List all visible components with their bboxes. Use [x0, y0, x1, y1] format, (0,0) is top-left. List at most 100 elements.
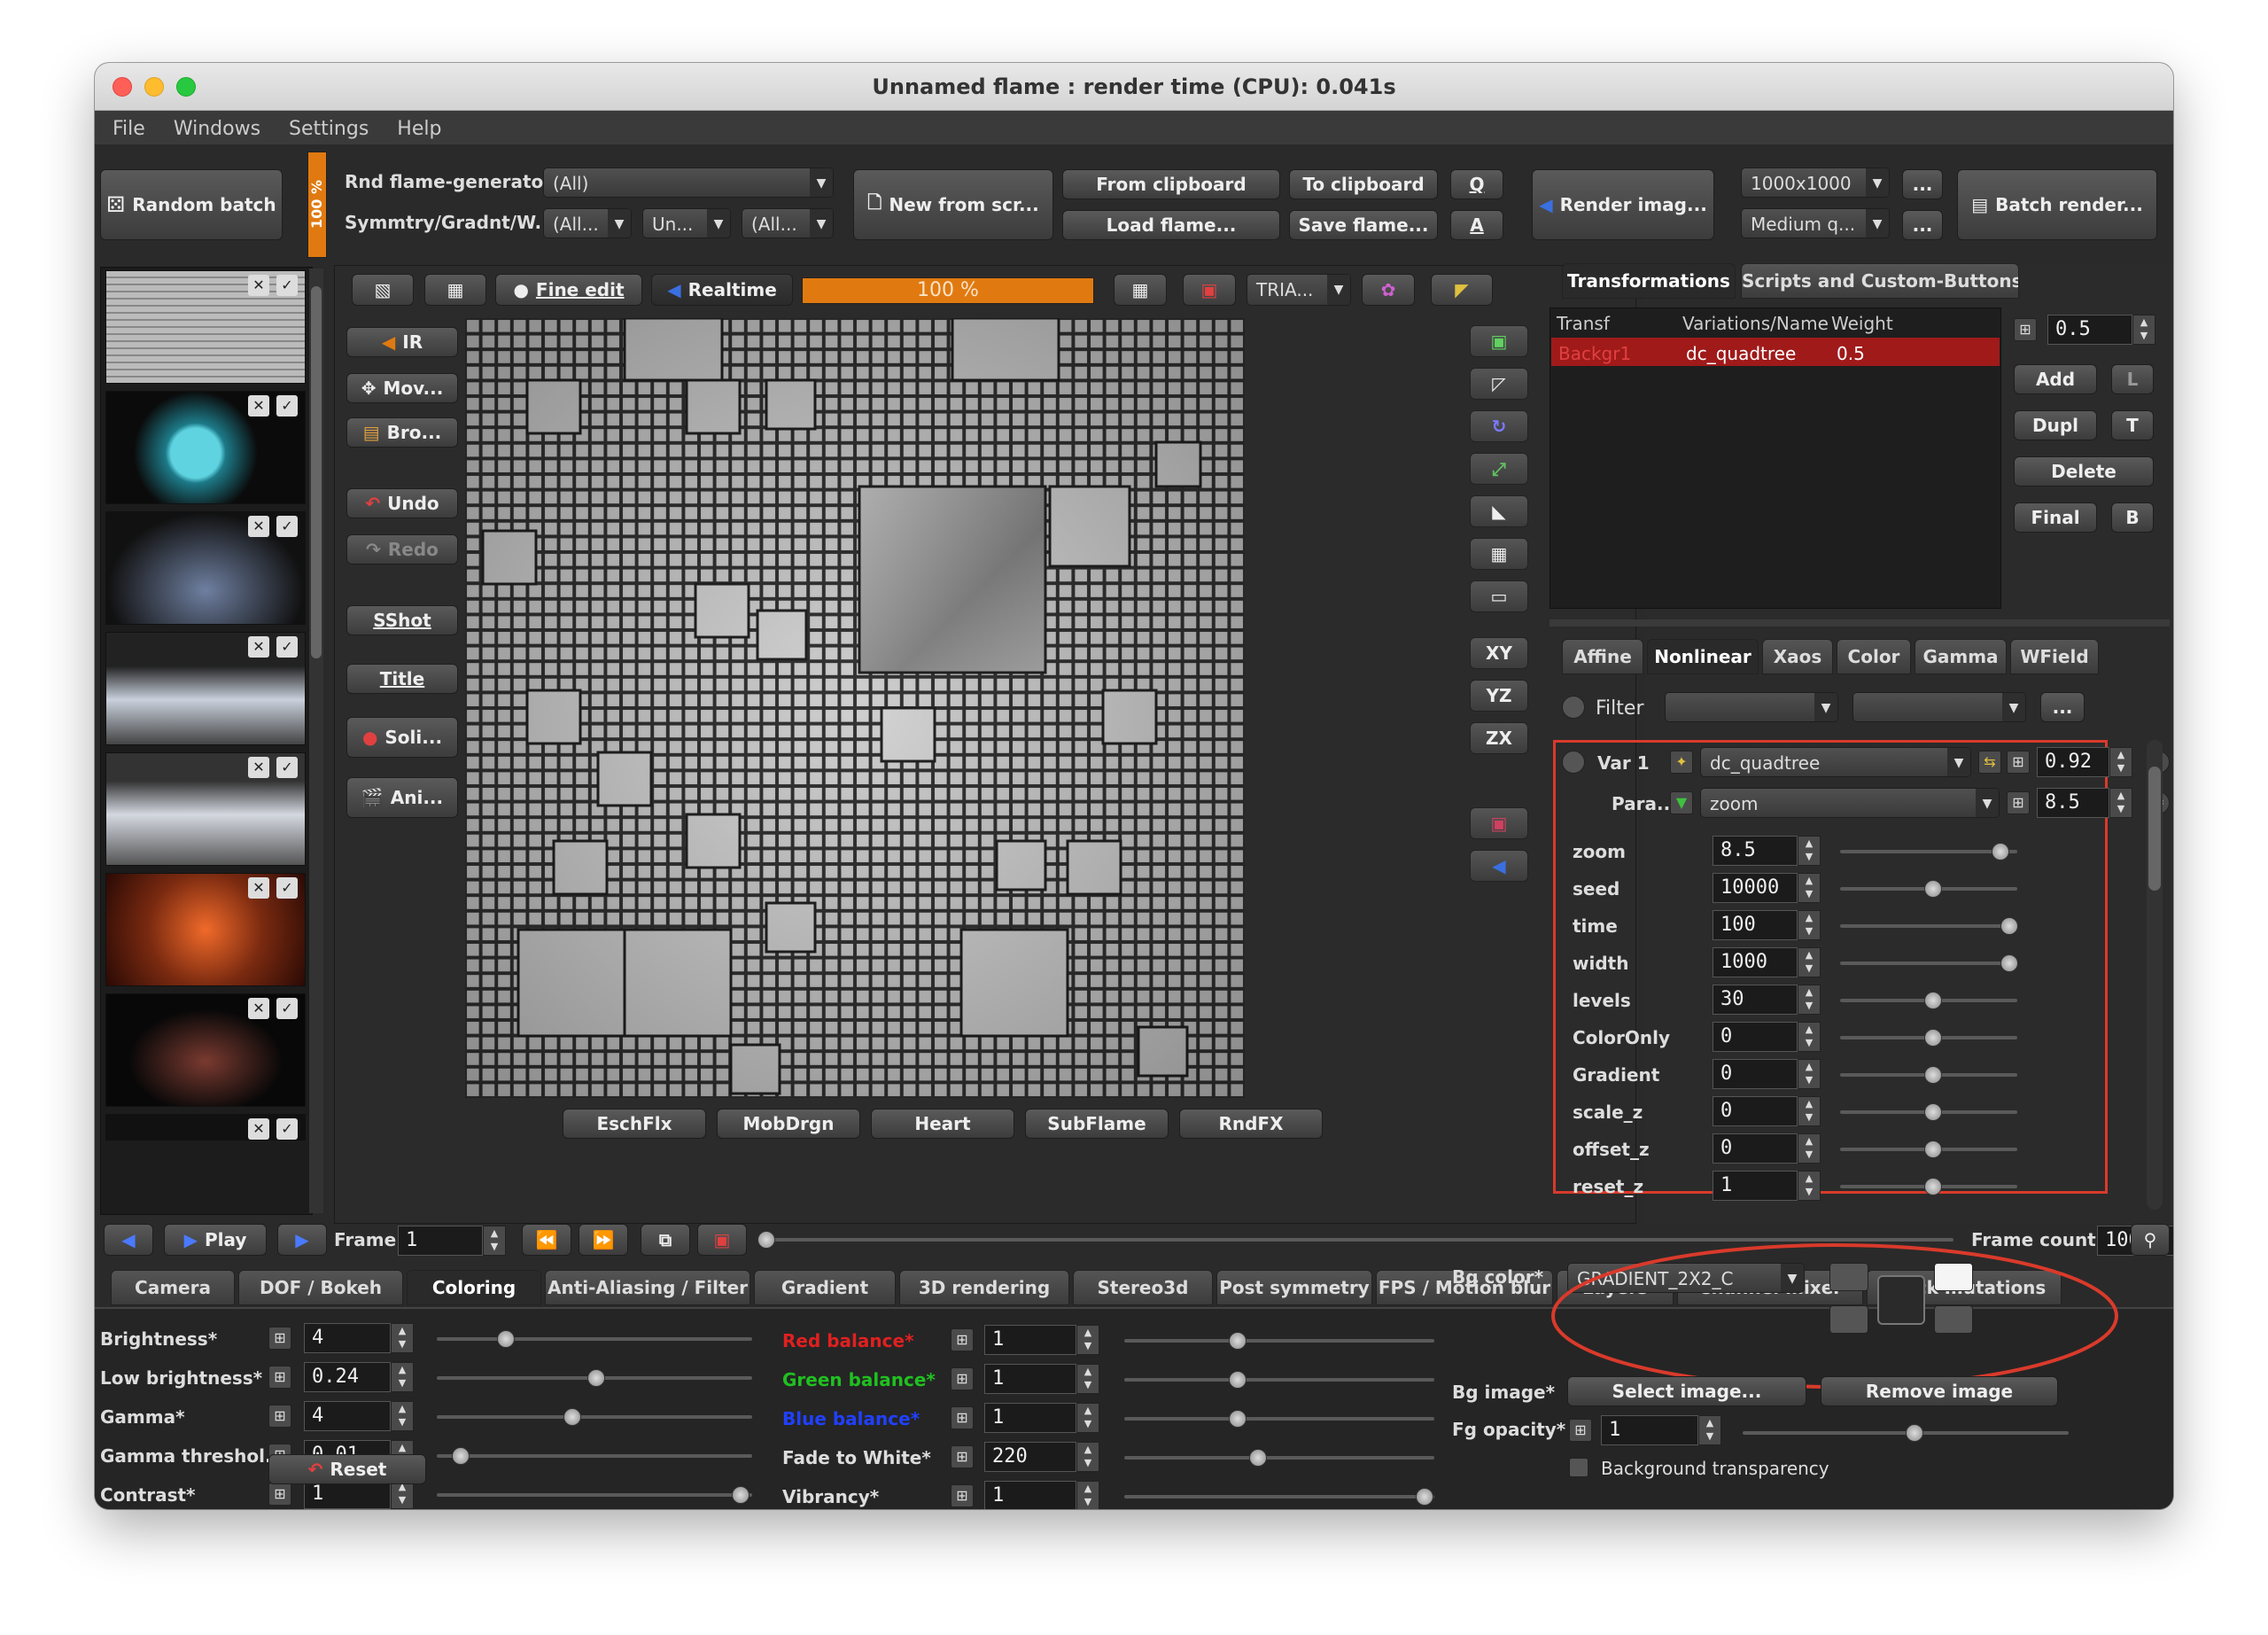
- coloring-slider-knob[interactable]: [497, 1330, 515, 1348]
- reset-button[interactable]: ↶ Reset: [268, 1454, 426, 1484]
- balance-slider-knob[interactable]: [1229, 1410, 1247, 1428]
- coloring-field[interactable]: 4: [304, 1401, 391, 1431]
- heart-button[interactable]: Heart: [871, 1109, 1014, 1139]
- remove-image-button[interactable]: Remove image: [1821, 1376, 2058, 1406]
- weight-lock-icon[interactable]: ⊞: [2014, 318, 2037, 341]
- move-button[interactable]: ✥ Mov...: [346, 373, 458, 403]
- para-flag-icon[interactable]: ▼: [1670, 791, 1693, 814]
- param-field[interactable]: 8.5: [1713, 836, 1798, 866]
- delete-icon[interactable]: ✕: [248, 636, 269, 658]
- coloring-slider-knob[interactable]: [452, 1447, 470, 1465]
- frame-spinner[interactable]: ▲ ▼: [483, 1226, 506, 1256]
- undo-button[interactable]: ↶ Undo: [346, 488, 458, 518]
- tab-transformations[interactable]: Transformations: [1562, 263, 1736, 299]
- fg-opacity-knob[interactable]: [1906, 1424, 1923, 1442]
- lock-icon[interactable]: ⊞: [268, 1483, 291, 1506]
- weight-field[interactable]: 0.5: [2047, 315, 2132, 345]
- balance-spinner[interactable]: ▲ ▼: [1076, 1481, 1099, 1509]
- tab-coloring[interactable]: Coloring: [407, 1270, 541, 1305]
- tab-nonlinear[interactable]: Nonlinear: [1647, 639, 1759, 674]
- step-back-button[interactable]: ⏪: [522, 1224, 571, 1256]
- subflame-button[interactable]: SubFlame: [1025, 1109, 1169, 1139]
- param-slider[interactable]: [1840, 843, 2017, 860]
- var1-toggle-icon[interactable]: [1562, 751, 1585, 774]
- add-button[interactable]: Add: [2014, 364, 2097, 394]
- thumbnail-5[interactable]: ✕ ✓: [105, 752, 306, 866]
- param-slider-knob[interactable]: [1924, 1029, 1942, 1047]
- l-button[interactable]: L: [2111, 364, 2154, 394]
- weighting-select[interactable]: (All... ▼: [742, 208, 834, 238]
- new-from-scratch-button[interactable]: 🗋 New from scr...: [853, 169, 1053, 240]
- coloring-slider-knob[interactable]: [732, 1486, 750, 1504]
- quality-select[interactable]: Medium q... ▼: [1741, 208, 1890, 238]
- save-flame-button[interactable]: Save flame...: [1289, 210, 1438, 240]
- palette-tool-button[interactable]: ▣: [1470, 807, 1528, 839]
- nonlinear-scrollbar[interactable]: [2147, 740, 2163, 1210]
- rndfx-button[interactable]: RndFX: [1179, 1109, 1323, 1139]
- tab-gamma[interactable]: Gamma: [1915, 639, 2007, 674]
- t-button[interactable]: T: [2111, 410, 2154, 440]
- menu-settings[interactable]: Settings: [271, 111, 379, 140]
- delete-icon[interactable]: ✕: [248, 757, 269, 778]
- balance-field[interactable]: 220: [984, 1442, 1076, 1472]
- minimize-window-button[interactable]: [144, 77, 164, 97]
- select-tool-button[interactable]: ◸: [1470, 368, 1528, 400]
- checkbox-icon[interactable]: ✓: [276, 877, 298, 899]
- param-field[interactable]: 0: [1713, 1022, 1798, 1052]
- prev-frame-button[interactable]: ◀: [104, 1224, 153, 1256]
- param-spinner[interactable]: ▲ ▼: [1798, 1171, 1821, 1201]
- coloring-field[interactable]: 0.24: [304, 1362, 391, 1392]
- play-button[interactable]: ▶ Play: [164, 1224, 267, 1256]
- copy-frame-button[interactable]: ⧉: [641, 1224, 690, 1256]
- step-forward-button[interactable]: ⏩: [579, 1224, 628, 1256]
- lock-icon[interactable]: ⊞: [951, 1445, 974, 1468]
- filter-toggle-icon[interactable]: [1562, 696, 1585, 719]
- para-value-spinner[interactable]: ▲ ▼: [2109, 788, 2132, 818]
- balance-slider[interactable]: [1124, 1332, 1434, 1350]
- checkbox-icon[interactable]: ✓: [276, 757, 298, 778]
- balance-slider-knob[interactable]: [1229, 1371, 1247, 1389]
- fg-opacity-field[interactable]: 1: [1601, 1415, 1698, 1445]
- tab-post-symmetry[interactable]: Post symmetry: [1216, 1270, 1372, 1305]
- dupl-button[interactable]: Dupl: [2014, 410, 2097, 440]
- var1-variation-select[interactable]: dc_quadtree ▼: [1700, 747, 1971, 777]
- param-field[interactable]: 1: [1713, 1171, 1798, 1201]
- batch-render-button[interactable]: ▤ Batch render...: [1957, 169, 2157, 240]
- thumbnail-3[interactable]: ✕ ✓: [105, 511, 306, 625]
- tab-affine[interactable]: Affine: [1562, 639, 1643, 674]
- param-spinner[interactable]: ▲ ▼: [1798, 873, 1821, 903]
- param-field[interactable]: 30: [1713, 985, 1798, 1015]
- param-slider-knob[interactable]: [1924, 1141, 1942, 1158]
- param-slider[interactable]: [1840, 1141, 2017, 1158]
- keyframe-button[interactable]: ▣: [697, 1224, 747, 1256]
- balance-slider[interactable]: [1124, 1410, 1434, 1428]
- var1-swap-icon[interactable]: ⇆: [1978, 751, 2001, 774]
- param-spinner[interactable]: ▲ ▼: [1798, 910, 1821, 940]
- final-button[interactable]: Final: [2014, 502, 2097, 533]
- checkbox-icon[interactable]: ✓: [276, 395, 298, 417]
- param-spinner[interactable]: ▲ ▼: [1798, 985, 1821, 1015]
- delete-icon[interactable]: ✕: [248, 1118, 269, 1140]
- param-slider-knob[interactable]: [1924, 1066, 1942, 1084]
- para-value-field[interactable]: 8.5: [2037, 788, 2109, 818]
- grid-button[interactable]: ▦: [1114, 274, 1167, 306]
- param-slider-knob[interactable]: [1924, 992, 1942, 1009]
- param-spinner[interactable]: ▲ ▼: [1798, 1022, 1821, 1052]
- balance-slider-knob[interactable]: [1416, 1488, 1433, 1506]
- checkbox-icon[interactable]: ✓: [276, 275, 298, 296]
- coloring-slider[interactable]: [437, 1408, 752, 1426]
- param-spinner[interactable]: ▲ ▼: [1798, 836, 1821, 866]
- balance-field[interactable]: 1: [984, 1364, 1076, 1394]
- fine-edit-button[interactable]: ● Fine edit: [495, 274, 642, 306]
- param-slider-knob[interactable]: [1992, 843, 2009, 860]
- balance-spinner[interactable]: ▲ ▼: [1076, 1325, 1099, 1355]
- balance-spinner[interactable]: ▲ ▼: [1076, 1364, 1099, 1394]
- frame-field[interactable]: 1: [398, 1226, 483, 1256]
- param-field[interactable]: 0: [1713, 1096, 1798, 1126]
- menu-file[interactable]: File: [95, 111, 156, 140]
- balance-spinner[interactable]: ▲ ▼: [1076, 1442, 1099, 1472]
- lock-icon[interactable]: ⊞: [951, 1367, 974, 1390]
- coloring-spinner[interactable]: ▲▼: [391, 1323, 414, 1353]
- fg-opacity-lock-icon[interactable]: ⊞: [1569, 1419, 1592, 1442]
- menu-windows[interactable]: Windows: [156, 111, 271, 140]
